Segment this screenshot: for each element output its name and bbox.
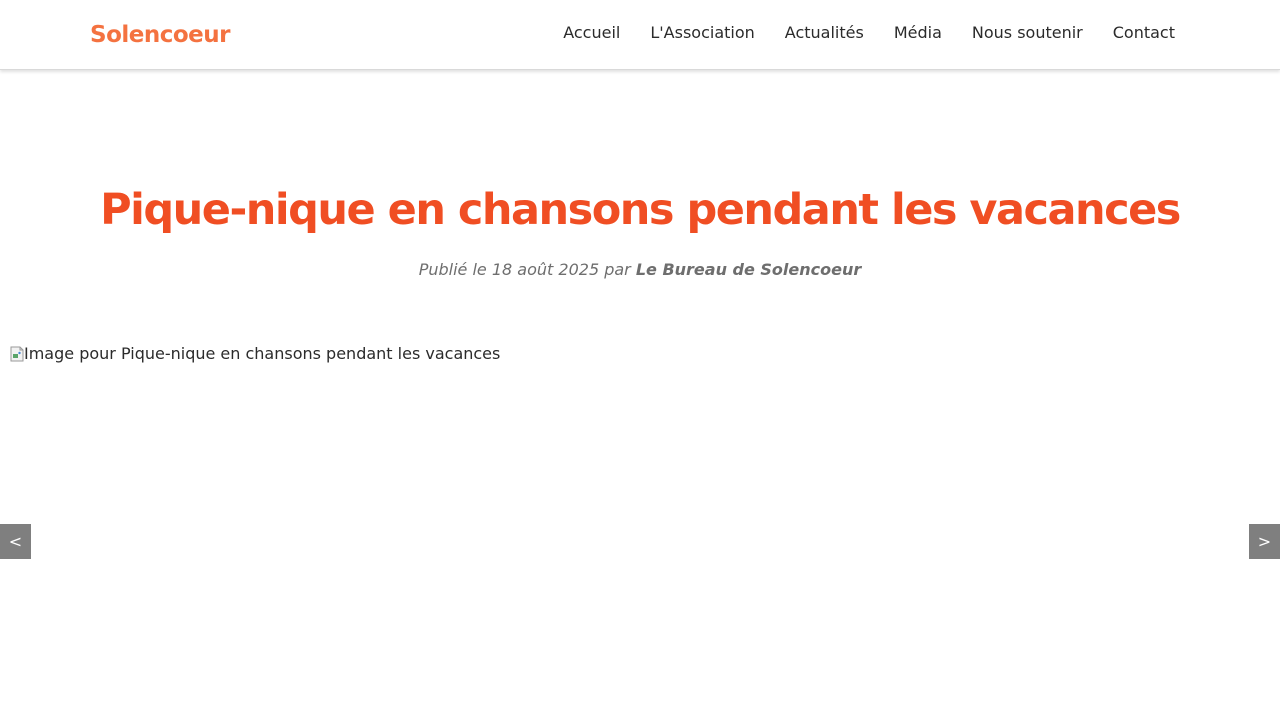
nav-item-accueil[interactable]: Accueil <box>563 22 620 44</box>
broken-image-icon <box>10 346 24 362</box>
nav-item-association[interactable]: L'Association <box>650 22 754 44</box>
article-author[interactable]: Le Bureau de Solencoeur <box>636 260 861 279</box>
article-meta-prefix: Publié le 18 août 2025 par <box>418 260 636 279</box>
slider-prev-button[interactable]: < <box>0 524 31 559</box>
main-nav: Accueil L'Association Actualités Média N… <box>563 22 1175 44</box>
article-image: Image pour Pique-nique en chansons penda… <box>10 344 500 364</box>
site-header: Solencoeur Accueil L'Association Actuali… <box>0 0 1280 70</box>
article-title: Pique-nique en chansons pendant les vaca… <box>100 185 1181 235</box>
article-meta: Publié le 18 août 2025 par Le Bureau de … <box>0 259 1280 281</box>
site-logo[interactable]: Solencoeur <box>90 19 230 51</box>
nav-item-nous-soutenir[interactable]: Nous soutenir <box>972 22 1083 44</box>
article-image-alt: Image pour Pique-nique en chansons penda… <box>24 344 501 363</box>
nav-item-actualites[interactable]: Actualités <box>785 22 864 44</box>
slider-next-button[interactable]: > <box>1249 524 1280 559</box>
nav-item-media[interactable]: Média <box>894 22 942 44</box>
nav-item-contact[interactable]: Contact <box>1113 22 1175 44</box>
